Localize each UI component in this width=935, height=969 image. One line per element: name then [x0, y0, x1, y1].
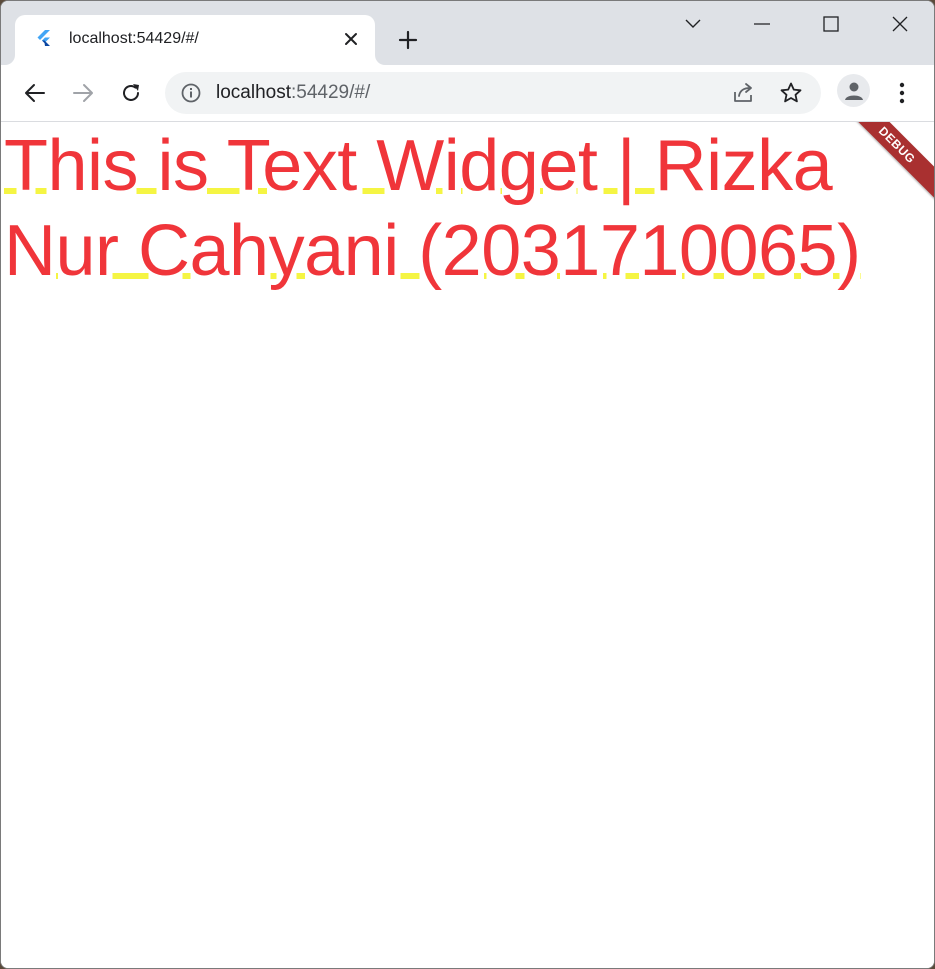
- share-icon[interactable]: [731, 81, 755, 105]
- text-widget: This is Text Widget | Rizka Nur Cahyani …: [4, 124, 874, 294]
- tab-strip: localhost:54429/#/: [1, 1, 934, 65]
- chevron-down-icon[interactable]: [658, 1, 727, 47]
- window-close-icon[interactable]: [865, 1, 934, 47]
- arrow-left-icon[interactable]: [19, 77, 51, 109]
- browser-toolbar: localhost:54429/#/: [1, 65, 934, 122]
- info-icon[interactable]: [181, 83, 201, 103]
- page-viewport: This is Text Widget | Rizka Nur Cahyani …: [1, 122, 934, 968]
- close-icon[interactable]: [341, 29, 361, 49]
- url-text: localhost:54429/#/: [216, 82, 370, 104]
- flutter-icon: [37, 30, 50, 46]
- person-icon[interactable]: [837, 74, 870, 107]
- url-host: localhost: [216, 82, 291, 103]
- arrow-right-icon[interactable]: [67, 77, 99, 109]
- tab-title: localhost:54429/#/: [69, 30, 199, 47]
- minimize-icon[interactable]: [727, 1, 796, 47]
- star-icon[interactable]: [779, 81, 803, 105]
- url-path: :54429/#/: [291, 82, 371, 103]
- maximize-icon[interactable]: [796, 1, 865, 47]
- reload-icon[interactable]: [115, 77, 147, 109]
- window-controls: [658, 1, 934, 47]
- address-bar[interactable]: localhost:54429/#/: [165, 72, 821, 114]
- text-widget-content: This is Text Widget | Rizka Nur Cahyani …: [4, 126, 861, 291]
- kebab-menu-icon[interactable]: [887, 77, 917, 109]
- active-tab[interactable]: localhost:54429/#/: [15, 15, 375, 65]
- browser-window: localhost:54429/#/ localhost:54429/#/ Th…: [0, 0, 935, 969]
- plus-icon[interactable]: [395, 27, 421, 53]
